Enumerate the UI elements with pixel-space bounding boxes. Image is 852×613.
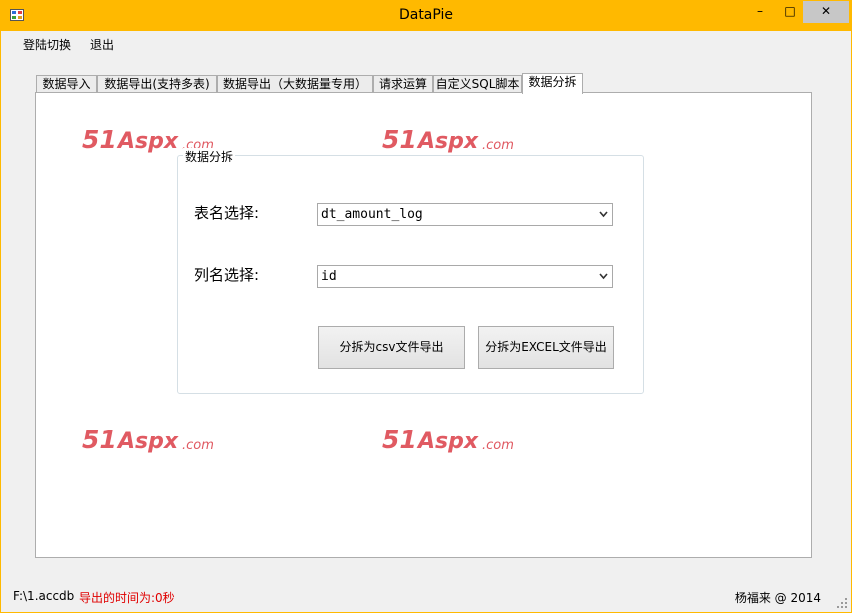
menu-item-login-switch[interactable]: 登陆切换 xyxy=(23,36,71,53)
svg-text:Aspx: Aspx xyxy=(416,429,479,454)
tab-custom-sql[interactable]: 自定义SQL脚本 xyxy=(433,75,522,93)
status-export-time: 导出的时间为:0秒 xyxy=(79,591,175,605)
split-csv-export-button[interactable]: 分拆为csv文件导出 xyxy=(318,326,465,369)
status-copyright: 杨福来 @ 2014 xyxy=(734,591,821,605)
tab-request-compute[interactable]: 请求运算 xyxy=(373,75,433,93)
watermark-logo: 51 Aspx .com xyxy=(382,426,514,454)
status-bar: F:\1.accdb 导出的时间为:0秒 杨福来 @ 2014 xyxy=(1,585,851,612)
chevron-down-icon xyxy=(599,273,608,280)
minimize-button[interactable]: – xyxy=(743,1,777,23)
maximize-button[interactable]: □ xyxy=(777,1,803,23)
watermark-logo: 51 Aspx .com xyxy=(82,426,214,454)
split-group-box: 数据分拆 表名选择: dt_amount_log 列名选择: id 分拆为csv… xyxy=(177,148,644,394)
menu-bar: 登陆切换 退出 xyxy=(1,31,851,55)
svg-text:Aspx: Aspx xyxy=(116,129,179,154)
table-name-value: dt_amount_log xyxy=(321,207,423,222)
column-name-select[interactable]: id xyxy=(317,265,613,288)
svg-text:.com: .com xyxy=(482,138,514,153)
svg-text:51: 51 xyxy=(82,126,117,154)
tab-data-export-multi[interactable]: 数据导出(支持多表) xyxy=(97,75,217,93)
svg-text:.com: .com xyxy=(482,438,514,453)
tab-data-export-large[interactable]: 数据导出（大数据量专用） xyxy=(217,75,373,93)
svg-text:51: 51 xyxy=(82,426,117,454)
svg-text:51: 51 xyxy=(382,426,417,454)
close-button[interactable]: ✕ xyxy=(803,1,849,23)
chevron-down-icon xyxy=(599,211,608,218)
group-title: 数据分拆 xyxy=(183,148,236,165)
tab-page-data-split: 51 Aspx .com 51 Aspx .com 51 Aspx .com 5… xyxy=(35,92,812,558)
column-name-value: id xyxy=(321,269,337,284)
app-window: DataPie – □ ✕ 登陆切换 退出 数据导入 数据导出(支持多表) 数据… xyxy=(0,0,852,613)
svg-text:Aspx: Aspx xyxy=(116,429,179,454)
status-db-path: F:\1.accdb xyxy=(13,589,75,603)
svg-text:Aspx: Aspx xyxy=(416,129,479,154)
watermark-logo: 51 Aspx .com xyxy=(382,126,514,154)
tab-data-split[interactable]: 数据分拆 xyxy=(522,73,583,94)
tab-data-import[interactable]: 数据导入 xyxy=(36,75,97,93)
table-name-label: 表名选择: xyxy=(194,204,260,222)
svg-text:51: 51 xyxy=(382,126,417,154)
svg-text:.com: .com xyxy=(182,438,214,453)
table-name-select[interactable]: dt_amount_log xyxy=(317,203,613,226)
window-title: DataPie xyxy=(398,7,454,23)
column-name-label: 列名选择: xyxy=(194,266,260,284)
title-bar[interactable]: DataPie – □ ✕ xyxy=(1,1,851,31)
split-excel-export-button[interactable]: 分拆为EXCEL文件导出 xyxy=(478,326,614,369)
resize-grip-icon[interactable] xyxy=(836,597,848,609)
menu-item-exit[interactable]: 退出 xyxy=(90,36,114,53)
